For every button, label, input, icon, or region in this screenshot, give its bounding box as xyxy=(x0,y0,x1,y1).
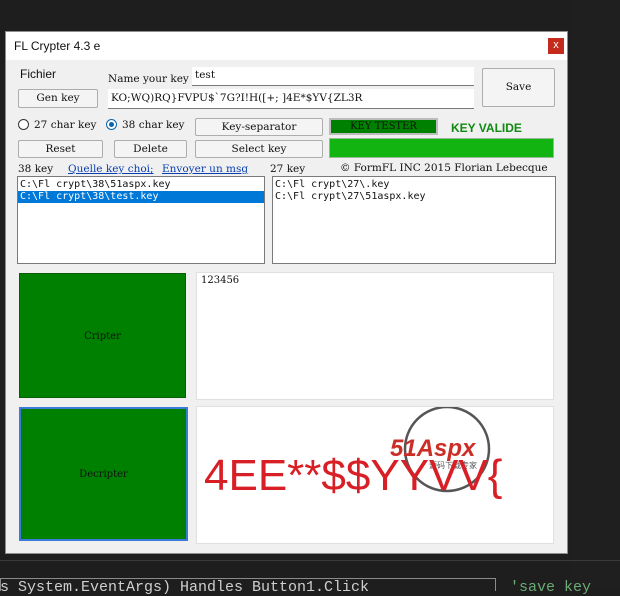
select-key-button[interactable]: Select key xyxy=(195,140,323,158)
plaintext-input[interactable]: 123456 xyxy=(196,272,554,400)
window-title: FL Crypter 4.3 e xyxy=(14,39,101,53)
radio-38-label[interactable]: 38 char key xyxy=(122,119,184,131)
app-window: FL Crypter 4.3 e x Fichier Name your key… xyxy=(5,31,568,554)
key-list-38[interactable]: C:\Fl crypt\38\51aspx.key C:\Fl crypt\38\… xyxy=(17,176,265,264)
list-item[interactable]: C:\Fl crypt\27\.key xyxy=(273,179,555,191)
plaintext-value: 123456 xyxy=(201,275,240,286)
list-item[interactable]: C:\Fl crypt\38\51aspx.key xyxy=(18,179,264,191)
link-quelle-key[interactable]: Quelle key choi; xyxy=(68,163,154,175)
key-value-input[interactable]: KO;WQ)RQ}FVPU$`7G?I!H([+; ]4E*$YV{ZL3R xyxy=(108,89,474,109)
key-list-27[interactable]: C:\Fl crypt\27\.key C:\Fl crypt\27\51aspx… xyxy=(272,176,556,264)
save-button[interactable]: Save xyxy=(482,68,555,107)
validation-progress-bar xyxy=(329,138,554,158)
name-key-label: Name your key xyxy=(108,73,189,85)
ciphertext-output[interactable]: 51Aspx 源码下载专家 4EE**$$YYVV{ xyxy=(196,406,554,544)
decripter-label: Decripter xyxy=(79,469,128,480)
list-item[interactable]: C:\Fl crypt\38\test.key xyxy=(18,191,264,203)
list-38-header: 38 key xyxy=(18,163,54,175)
list-item[interactable]: C:\Fl crypt\27\51aspx.key xyxy=(273,191,555,203)
radio-27-label[interactable]: 27 char key xyxy=(34,119,96,131)
close-button[interactable]: x xyxy=(548,38,564,54)
code-line: s System.EventArgs) Handles Button1.Clic… xyxy=(0,579,370,596)
cripter-label: Cripter xyxy=(84,331,121,342)
title-bar[interactable]: FL Crypter 4.3 e x xyxy=(6,32,567,60)
cripter-button[interactable]: Cripter xyxy=(19,273,186,398)
key-separator-button[interactable]: Key-separator xyxy=(195,118,323,136)
delete-button[interactable]: Delete xyxy=(114,140,187,158)
ciphertext-value: 4EE**$$YYVV{ xyxy=(204,451,503,500)
gen-key-button[interactable]: Gen key xyxy=(18,89,98,108)
link-envoyer-msg[interactable]: Envoyer un msg xyxy=(162,163,248,175)
key-tester-label: KEY TESTER xyxy=(350,121,417,132)
editor-divider xyxy=(0,560,620,561)
decripter-button[interactable]: Decripter xyxy=(19,407,188,541)
radio-27-char[interactable] xyxy=(18,119,29,130)
key-name-input[interactable]: test xyxy=(192,67,474,86)
code-comment: 'save key xyxy=(510,579,592,596)
radio-38-char[interactable] xyxy=(106,119,117,130)
key-tester-button[interactable]: KEY TESTER xyxy=(329,118,438,135)
editor-background xyxy=(570,0,620,589)
menu-fichier[interactable]: Fichier xyxy=(20,67,56,81)
copyright-text: © FormFL INC 2015 Florian Lebecque xyxy=(340,162,548,174)
key-valide-status: KEY VALIDE xyxy=(451,121,522,135)
list-27-header: 27 key xyxy=(270,163,306,175)
reset-button[interactable]: Reset xyxy=(18,140,103,158)
